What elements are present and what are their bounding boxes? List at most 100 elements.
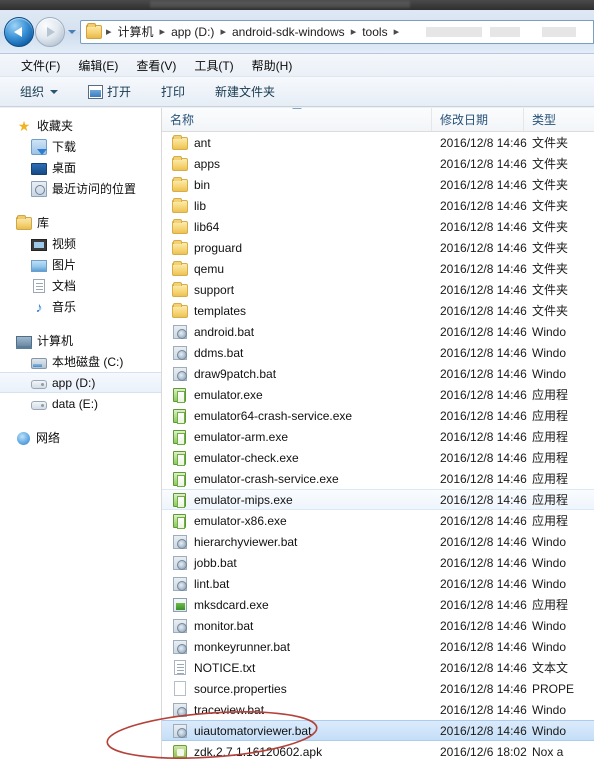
- file-name-label: ddms.bat: [194, 345, 244, 360]
- table-row[interactable]: emulator64-crash-service.exe 2016/12/8 14…: [162, 405, 594, 426]
- column-header-type[interactable]: 类型: [524, 108, 594, 131]
- table-row[interactable]: apps 2016/12/8 14:46 文件夹: [162, 153, 594, 174]
- table-row[interactable]: qemu 2016/12/8 14:46 文件夹: [162, 258, 594, 279]
- menu-file[interactable]: 文件(F): [12, 55, 69, 76]
- history-dropdown-button[interactable]: [65, 17, 78, 47]
- breadcrumb-separator[interactable]: ▸: [348, 24, 360, 40]
- file-name-label: draw9patch.bat: [194, 366, 277, 381]
- breadcrumb-separator[interactable]: ▸: [103, 24, 115, 40]
- sidebar-item-favorites[interactable]: ★ 收藏夹: [0, 115, 161, 136]
- table-row[interactable]: android.bat 2016/12/8 14:46 Windo: [162, 321, 594, 342]
- sidebar-item-libraries[interactable]: 库: [0, 212, 161, 233]
- bat-icon: [173, 703, 187, 717]
- download-icon: [31, 138, 47, 155]
- file-type-cell: 文件夹: [532, 157, 569, 171]
- breadcrumb-app-d[interactable]: app (D:): [168, 22, 217, 42]
- table-row[interactable]: ddms.bat 2016/12/8 14:46 Windo: [162, 342, 594, 363]
- table-row[interactable]: templates 2016/12/8 14:46 文件夹: [162, 300, 594, 321]
- sidebar-item-app-d[interactable]: app (D:): [0, 372, 161, 393]
- table-row[interactable]: hierarchyviewer.bat 2016/12/8 14:46 Windo: [162, 531, 594, 552]
- sidebar-item-local-disk-c[interactable]: 本地磁盘 (C:): [0, 351, 161, 372]
- file-name-cell: lib: [162, 198, 432, 214]
- tree-group-network: 网络: [0, 427, 161, 448]
- sort-ascending-icon: [292, 108, 302, 109]
- file-name-cell: proguard: [162, 240, 432, 256]
- file-date-cell: 2016/12/8 14:46: [440, 702, 527, 717]
- sidebar-item-recent-places[interactable]: 最近访问的位置: [0, 178, 161, 199]
- file-date-cell: 2016/12/8 14:46: [440, 534, 527, 549]
- table-row[interactable]: emulator-mips.exe 2016/12/8 14:46 应用程: [162, 489, 594, 510]
- table-row[interactable]: bin 2016/12/8 14:46 文件夹: [162, 174, 594, 195]
- sidebar-item-pictures[interactable]: 图片: [0, 254, 161, 275]
- table-row[interactable]: draw9patch.bat 2016/12/8 14:46 Windo: [162, 363, 594, 384]
- file-name-label: traceview.bat: [194, 702, 265, 717]
- bat-icon: [173, 577, 187, 591]
- table-row[interactable]: lib 2016/12/8 14:46 文件夹: [162, 195, 594, 216]
- table-row[interactable]: support 2016/12/8 14:46 文件夹: [162, 279, 594, 300]
- column-header-name[interactable]: 名称: [162, 108, 432, 131]
- menu-help[interactable]: 帮助(H): [243, 55, 302, 76]
- sidebar-item-label: 最近访问的位置: [52, 181, 137, 196]
- file-type-cell: 文件夹: [532, 136, 569, 150]
- sidebar-item-desktop[interactable]: 桌面: [0, 157, 161, 178]
- table-row[interactable]: traceview.bat 2016/12/8 14:46 Windo: [162, 699, 594, 720]
- file-date-cell: 2016/12/8 14:46: [440, 135, 527, 150]
- menu-tools[interactable]: 工具(T): [185, 55, 242, 76]
- sidebar-item-label: 计算机: [37, 333, 74, 348]
- table-row[interactable]: proguard 2016/12/8 14:46 文件夹: [162, 237, 594, 258]
- folder-icon: [172, 303, 188, 318]
- table-row[interactable]: source.properties 2016/12/8 14:46 PROPE: [162, 678, 594, 699]
- table-row[interactable]: monitor.bat 2016/12/8 14:46 Windo: [162, 615, 594, 636]
- file-type-cell: Windo: [532, 702, 567, 717]
- breadcrumb-separator[interactable]: ▸: [391, 24, 403, 40]
- file-type-cell: Windo: [532, 345, 567, 360]
- sidebar-item-network[interactable]: 网络: [0, 427, 161, 448]
- print-button[interactable]: 打印: [153, 80, 193, 103]
- sidebar-item-data-e[interactable]: data (E:): [0, 393, 161, 414]
- table-row[interactable]: ant 2016/12/8 14:46 文件夹: [162, 132, 594, 153]
- table-row[interactable]: uiautomatorviewer.bat 2016/12/8 14:46 Wind…: [162, 720, 594, 741]
- sidebar-item-label: 网络: [36, 430, 61, 445]
- menu-view[interactable]: 查看(V): [127, 55, 185, 76]
- open-button[interactable]: 打开: [80, 80, 139, 103]
- table-row[interactable]: mksdcard.exe 2016/12/8 14:46 应用程: [162, 594, 594, 615]
- table-row[interactable]: NOTICE.txt 2016/12/8 14:46 文本文: [162, 657, 594, 678]
- file-type-cell: 文件夹: [532, 283, 569, 297]
- breadcrumb-tools[interactable]: tools: [359, 22, 390, 42]
- table-row[interactable]: lib64 2016/12/8 14:46 文件夹: [162, 216, 594, 237]
- breadcrumb-computer[interactable]: 计算机: [115, 22, 157, 42]
- back-button[interactable]: [4, 16, 34, 47]
- file-type-cell: Nox a: [532, 744, 564, 759]
- file-name-cell: zdk.2.7.1.16120602.apk: [162, 744, 432, 759]
- organize-button[interactable]: 组织: [12, 80, 66, 103]
- table-row[interactable]: emulator-x86.exe 2016/12/8 14:46 应用程: [162, 510, 594, 531]
- breadcrumb-android-sdk[interactable]: android-sdk-windows: [229, 22, 348, 42]
- sidebar-item-documents[interactable]: 文档: [0, 275, 161, 296]
- table-row[interactable]: lint.bat 2016/12/8 14:46 Windo: [162, 573, 594, 594]
- table-row[interactable]: monkeyrunner.bat 2016/12/8 14:46 Windo: [162, 636, 594, 657]
- table-row[interactable]: zdk.2.7.1.16120602.apk 2016/12/6 18:02 Nox…: [162, 741, 594, 759]
- new-folder-button[interactable]: 新建文件夹: [207, 80, 283, 103]
- file-date-cell: 2016/12/8 14:46: [440, 177, 527, 192]
- table-row[interactable]: emulator.exe 2016/12/8 14:46 应用程: [162, 384, 594, 405]
- file-name-cell: mksdcard.exe: [162, 597, 432, 613]
- breadcrumb-separator[interactable]: ▸: [157, 24, 169, 40]
- menu-edit[interactable]: 编辑(E): [69, 55, 127, 76]
- sidebar-item-downloads[interactable]: 下载: [0, 136, 161, 157]
- table-row[interactable]: jobb.bat 2016/12/8 14:46 Windo: [162, 552, 594, 573]
- table-row[interactable]: emulator-check.exe 2016/12/8 14:46 应用程: [162, 447, 594, 468]
- breadcrumb-separator[interactable]: ▸: [217, 24, 229, 40]
- column-header-date-modified[interactable]: 修改日期: [432, 108, 524, 131]
- sidebar-item-label: app (D:): [52, 375, 96, 390]
- folder-icon: [172, 261, 188, 276]
- table-row[interactable]: emulator-crash-service.exe 2016/12/8 14:4…: [162, 468, 594, 489]
- table-row[interactable]: emulator-arm.exe 2016/12/8 14:46 应用程: [162, 426, 594, 447]
- address-bar-empty-area[interactable]: [402, 23, 591, 41]
- address-bar[interactable]: ▸ 计算机 ▸ app (D:) ▸ android-sdk-windows ▸…: [80, 19, 594, 44]
- sidebar-item-videos[interactable]: 视频: [0, 233, 161, 254]
- sidebar-item-music[interactable]: ♪ 音乐: [0, 296, 161, 317]
- sidebar-item-computer[interactable]: 计算机: [0, 330, 161, 351]
- file-name-cell: draw9patch.bat: [162, 366, 432, 382]
- forward-button[interactable]: [35, 16, 65, 47]
- file-name-label: lint.bat: [194, 576, 230, 591]
